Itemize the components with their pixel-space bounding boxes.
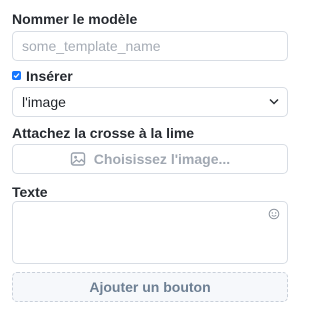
- choose-image-button[interactable]: Choisissez l'image...: [12, 144, 288, 174]
- insert-select-value: l'image: [22, 94, 66, 110]
- text-area[interactable]: [12, 201, 288, 264]
- template-name-placeholder: some_template_name: [22, 38, 161, 54]
- chevron-down-icon: [269, 98, 279, 105]
- insert-label: Insérer: [26, 68, 73, 84]
- insert-checkbox[interactable]: [12, 71, 21, 80]
- add-button[interactable]: Ajouter un bouton: [12, 272, 288, 302]
- image-icon: [70, 152, 85, 166]
- template-name-label: Nommer le modèle: [12, 11, 138, 27]
- check-icon: [13, 73, 20, 79]
- emoji-icon[interactable]: [268, 208, 280, 220]
- text-label: Texte: [12, 184, 48, 200]
- image-label: Attachez la crosse à la lime: [12, 125, 195, 141]
- template-form: Nommer le modèle some_template_name Insé…: [0, 0, 300, 316]
- insert-select[interactable]: l'image: [12, 87, 288, 117]
- template-name-input[interactable]: some_template_name: [12, 31, 288, 61]
- choose-image-label: Choisissez l'image...: [93, 151, 231, 167]
